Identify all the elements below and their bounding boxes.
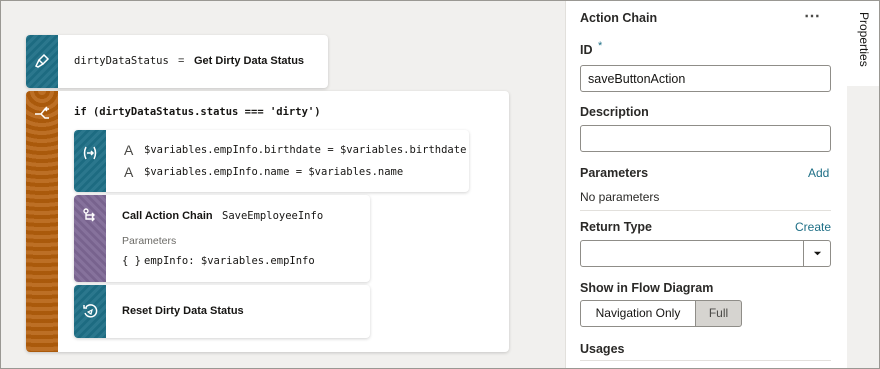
string-type-icon: A bbox=[124, 164, 134, 180]
divider bbox=[580, 210, 831, 211]
branch-icon bbox=[35, 106, 49, 119]
panel-title: Action Chain bbox=[580, 11, 658, 25]
param-object-icon: { } bbox=[122, 255, 141, 267]
chevron-down-icon bbox=[813, 251, 822, 256]
call-chain-name: SaveEmployeeInfo bbox=[222, 210, 324, 222]
node-strip bbox=[26, 35, 58, 88]
node-strip bbox=[74, 195, 106, 282]
description-label: Description bbox=[580, 105, 649, 119]
call-chain-param: empInfo: $variables.empInfo bbox=[144, 255, 315, 267]
call-chain-params-label: Parameters bbox=[122, 235, 177, 247]
divider bbox=[580, 360, 831, 361]
create-return-type-link[interactable]: Create bbox=[795, 220, 831, 234]
if-condition: if (dirtyDataStatus.status === 'dirty') bbox=[74, 106, 321, 118]
get-dirty-status-node[interactable]: dirtyDataStatus = Get Dirty Data Status bbox=[26, 35, 328, 88]
action-chain-canvas: dirtyDataStatus = Get Dirty Data Status … bbox=[0, 0, 565, 369]
usages-label: Usages bbox=[580, 342, 625, 356]
dropdown-button[interactable] bbox=[803, 241, 830, 266]
full-toggle[interactable]: Full bbox=[695, 300, 742, 327]
return-type-select[interactable] bbox=[580, 240, 831, 267]
reset-icon bbox=[83, 304, 98, 318]
flow-diagram-label: Show in Flow Diagram bbox=[580, 281, 714, 295]
no-parameters-text: No parameters bbox=[580, 190, 660, 204]
id-label: ID bbox=[580, 43, 593, 57]
get-status-action: Get Dirty Data Status bbox=[194, 55, 305, 67]
node-strip bbox=[74, 285, 106, 338]
add-parameter-link[interactable]: Add bbox=[808, 166, 829, 180]
broom-icon bbox=[34, 53, 50, 68]
call-action-chain-node[interactable]: Call Action Chain SaveEmployeeInfo Param… bbox=[74, 195, 370, 282]
assign-variables-node[interactable]: A $variables.empInfo.birthdate = $variab… bbox=[74, 130, 469, 192]
call-chain-icon bbox=[83, 208, 95, 222]
required-mark: * bbox=[598, 40, 603, 52]
string-type-icon: A bbox=[124, 142, 134, 158]
reset-dirty-status-node[interactable]: Reset Dirty Data Status bbox=[74, 285, 370, 338]
description-input[interactable] bbox=[580, 125, 831, 152]
node-strip bbox=[74, 130, 106, 192]
status-variable: dirtyDataStatus bbox=[74, 55, 169, 67]
reset-title: Reset Dirty Data Status bbox=[122, 305, 244, 317]
side-tab-bar: Properties bbox=[847, 0, 880, 369]
assign-line-2: $variables.empInfo.name = $variables.nam… bbox=[144, 166, 404, 178]
assign-equals: = bbox=[178, 55, 185, 67]
properties-panel: Action Chain ⋯ ID * saveButtonAction Des… bbox=[565, 0, 847, 369]
assign-variables-icon bbox=[83, 146, 97, 160]
navigation-only-toggle[interactable]: Navigation Only bbox=[580, 300, 696, 327]
parameters-label: Parameters bbox=[580, 166, 649, 180]
more-options-icon[interactable]: ⋯ bbox=[804, 6, 820, 26]
assign-line-1: $variables.empInfo.birthdate = $variable… bbox=[144, 144, 467, 156]
tab-properties-label: Properties bbox=[857, 12, 871, 67]
call-chain-title: Call Action Chain bbox=[122, 210, 213, 222]
return-type-label: Return Type bbox=[580, 220, 652, 234]
node-strip bbox=[26, 91, 58, 352]
id-input[interactable]: saveButtonAction bbox=[580, 65, 831, 92]
tab-properties[interactable]: Properties bbox=[847, 0, 880, 86]
